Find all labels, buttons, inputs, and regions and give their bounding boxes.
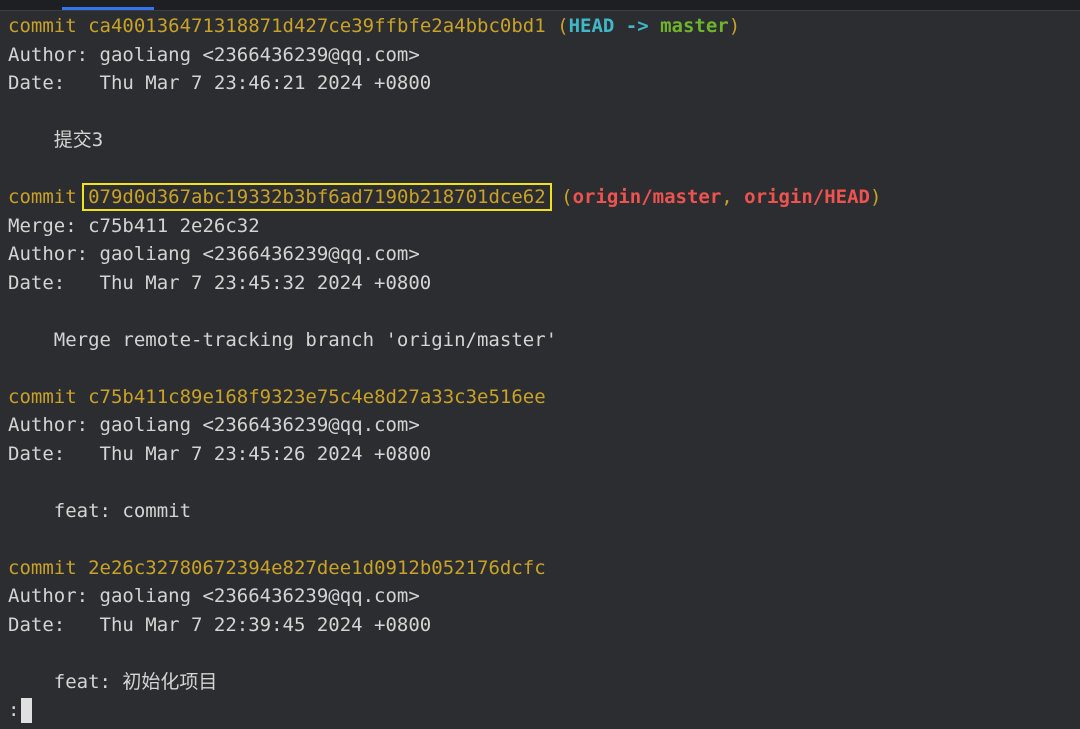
- commit-keyword: commit: [8, 15, 77, 37]
- commit-hash: 2e26c32780672394e827dee1d0912b052176dcfc: [88, 556, 546, 579]
- refs-close: ): [870, 186, 882, 208]
- refs-close: ): [728, 15, 741, 37]
- commit-line: commit c75b411c89e168f9323e75c4e8d27a33c…: [8, 383, 1074, 412]
- highlighted-commit-hash: 079d0d367abc19332b3bf6ad7190b218701dce62: [82, 183, 552, 211]
- ref-separator: ,: [721, 186, 745, 208]
- commit-message: Merge remote-tracking branch 'origin/mas…: [8, 328, 558, 351]
- active-tab-indicator[interactable]: [62, 7, 154, 10]
- commit-line: commit ca400136471318871d427ce39ffbfe2a4…: [8, 12, 1074, 41]
- commit-keyword: commit: [8, 186, 77, 208]
- terminal-output: commit ca400136471318871d427ce39ffbfe2a4…: [8, 12, 1074, 725]
- commit-message: feat: commit: [8, 499, 192, 522]
- date-line: Date: Thu Mar 7 22:39:45 2024 +0800: [8, 613, 432, 636]
- commit-hash: ca400136471318871d427ce39ffbfe2a4bbc0bd1: [88, 15, 546, 37]
- window-top-bar: [0, 0, 1080, 11]
- author-line: Author: gaoliang <2366436239@qq.com>: [8, 243, 420, 265]
- date-line: Date: Thu Mar 7 23:45:26 2024 +0800: [8, 442, 432, 465]
- date-line: Date: Thu Mar 7 23:45:32 2024 +0800: [8, 271, 432, 294]
- author-line: Author: gaoliang <2366436239@qq.com>: [8, 414, 420, 436]
- author-line: Author: gaoliang <2366436239@qq.com>: [8, 43, 420, 66]
- commit-line: commit 2e26c32780672394e827dee1d0912b052…: [8, 554, 1074, 583]
- date-line: Date: Thu Mar 7 23:46:21 2024 +0800: [8, 72, 432, 94]
- ref-head: HEAD: [568, 15, 615, 37]
- refs-open: (: [557, 15, 569, 37]
- commit-line: commit 079d0d367abc19332b3bf6ad7190b2187…: [8, 183, 1074, 212]
- author-line: Author: gaoliang <2366436239@qq.com>: [8, 585, 420, 607]
- text-cursor: [21, 698, 33, 723]
- commit-message: 提交3: [8, 129, 104, 151]
- ref-arrow: ->: [614, 15, 661, 37]
- commit-hash: c75b411c89e168f9323e75c4e8d27a33c3e516ee: [88, 385, 546, 408]
- ref-origin-master: origin/master: [572, 186, 722, 208]
- pager-prompt-line[interactable]: :: [8, 696, 1074, 725]
- commit-message: feat: 初始化项目: [8, 670, 218, 693]
- merge-line: Merge: c75b411 2e26c32: [8, 214, 260, 237]
- commit-keyword: commit: [8, 556, 77, 579]
- commit-keyword: commit: [8, 385, 77, 408]
- pager-prompt: :: [8, 699, 20, 721]
- refs-open: (: [561, 186, 573, 208]
- ref-origin-head: origin/HEAD: [744, 186, 871, 208]
- ref-branch-master: master: [660, 15, 729, 37]
